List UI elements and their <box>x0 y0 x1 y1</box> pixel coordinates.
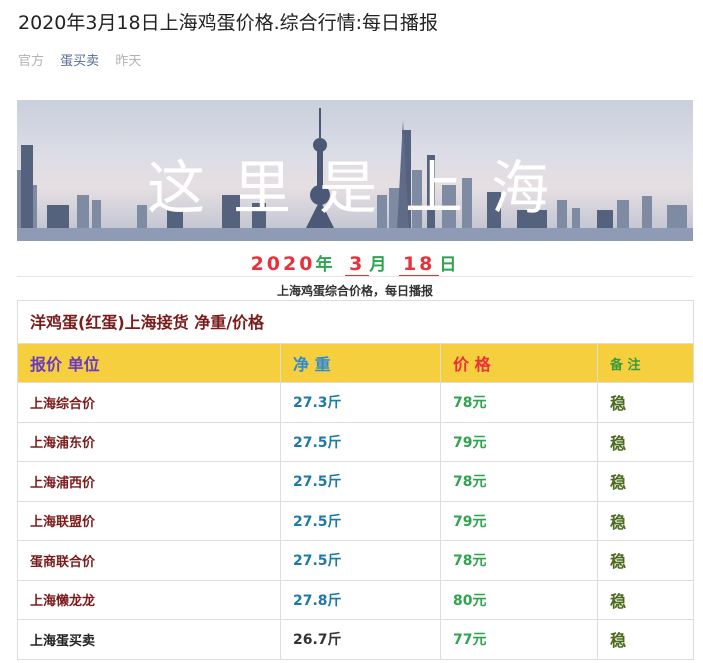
table-row: 上海浦西价 27.5斤 78元 稳 <box>18 462 693 502</box>
price-table: 洋鸡蛋(红蛋)上海接货 净重/价格 报价 单位 净 重 价 格 备 注 上海综合… <box>17 300 694 660</box>
table-row: 上海综合价 27.3斤 78元 稳 <box>18 383 693 423</box>
row-name: 上海懒龙龙 <box>18 580 281 619</box>
row-note: 稳 <box>610 512 627 532</box>
row-weight: 27.8斤 <box>281 580 441 619</box>
article-title: 2020年3月18日上海鸡蛋价格.综合行情:每日播报 <box>18 12 439 34</box>
shanghai-skyline-banner: 这里是上海 <box>17 100 693 241</box>
date-heading: 2020年 3月 18 日 <box>17 250 693 277</box>
table-row: 上海联盟价 27.5斤 79元 稳 <box>18 501 693 541</box>
table-row: 上海浦东价 27.5斤 79元 稳 <box>18 422 693 462</box>
date-month-unit: 月 <box>369 255 390 275</box>
row-price: 78元 <box>441 541 598 580</box>
row-weight: 27.5斤 <box>281 462 441 501</box>
meta-author-link[interactable]: 蛋买卖 <box>60 54 99 69</box>
date-day: 18 <box>398 253 440 277</box>
row-note: 稳 <box>610 631 627 651</box>
row-note: 稳 <box>610 433 627 453</box>
divider <box>17 276 693 277</box>
meta-source: 官方 <box>18 54 45 69</box>
header-unit: 报价 单位 <box>18 344 281 382</box>
article-meta: 官方 蛋买卖 昨天 <box>18 50 153 69</box>
row-name: 上海联盟价 <box>18 501 281 540</box>
row-price: 80元 <box>441 580 598 619</box>
row-weight: 27.5斤 <box>281 501 441 540</box>
table-header-row: 报价 单位 净 重 价 格 备 注 <box>18 344 693 383</box>
date-year-unit: 年 <box>315 255 336 275</box>
row-name: 上海浦东价 <box>18 422 281 461</box>
row-price: 78元 <box>441 462 598 501</box>
table-row: 上海懒龙龙 27.8斤 80元 稳 <box>18 580 693 620</box>
row-name: 上海综合价 <box>18 383 281 422</box>
row-weight: 27.5斤 <box>281 541 441 580</box>
table-row: 上海蛋买卖 26.7斤 77元 稳 <box>18 620 693 660</box>
row-note: 稳 <box>610 473 627 493</box>
table-caption: 洋鸡蛋(红蛋)上海接货 净重/价格 <box>18 301 693 344</box>
row-note: 稳 <box>610 591 627 611</box>
date-year: 2020 <box>250 253 316 275</box>
table-row: 蛋商联合价 27.5斤 78元 稳 <box>18 541 693 581</box>
row-price: 79元 <box>441 422 598 461</box>
row-weight: 26.7斤 <box>281 620 441 659</box>
row-price: 77元 <box>441 620 598 659</box>
header-weight: 净 重 <box>281 344 441 382</box>
row-note: 稳 <box>610 394 627 414</box>
row-name: 上海蛋买卖 <box>18 620 281 659</box>
date-day-unit: 日 <box>439 255 460 275</box>
row-price: 79元 <box>441 501 598 540</box>
header-note: 备 注 <box>610 357 641 373</box>
meta-time: 昨天 <box>115 54 142 69</box>
row-note: 稳 <box>610 552 627 572</box>
row-name: 上海浦西价 <box>18 462 281 501</box>
row-weight: 27.5斤 <box>281 422 441 461</box>
row-price: 78元 <box>441 383 598 422</box>
date-subtitle: 上海鸡蛋综合价格，每日播报 <box>276 284 433 298</box>
banner-calligraphy: 这里是上海 <box>147 154 577 222</box>
row-name: 蛋商联合价 <box>18 541 281 580</box>
row-weight: 27.3斤 <box>281 383 441 422</box>
date-month: 3 <box>345 253 370 277</box>
header-price: 价 格 <box>441 344 598 382</box>
skyline-illustration: 这里是上海 <box>17 108 693 241</box>
